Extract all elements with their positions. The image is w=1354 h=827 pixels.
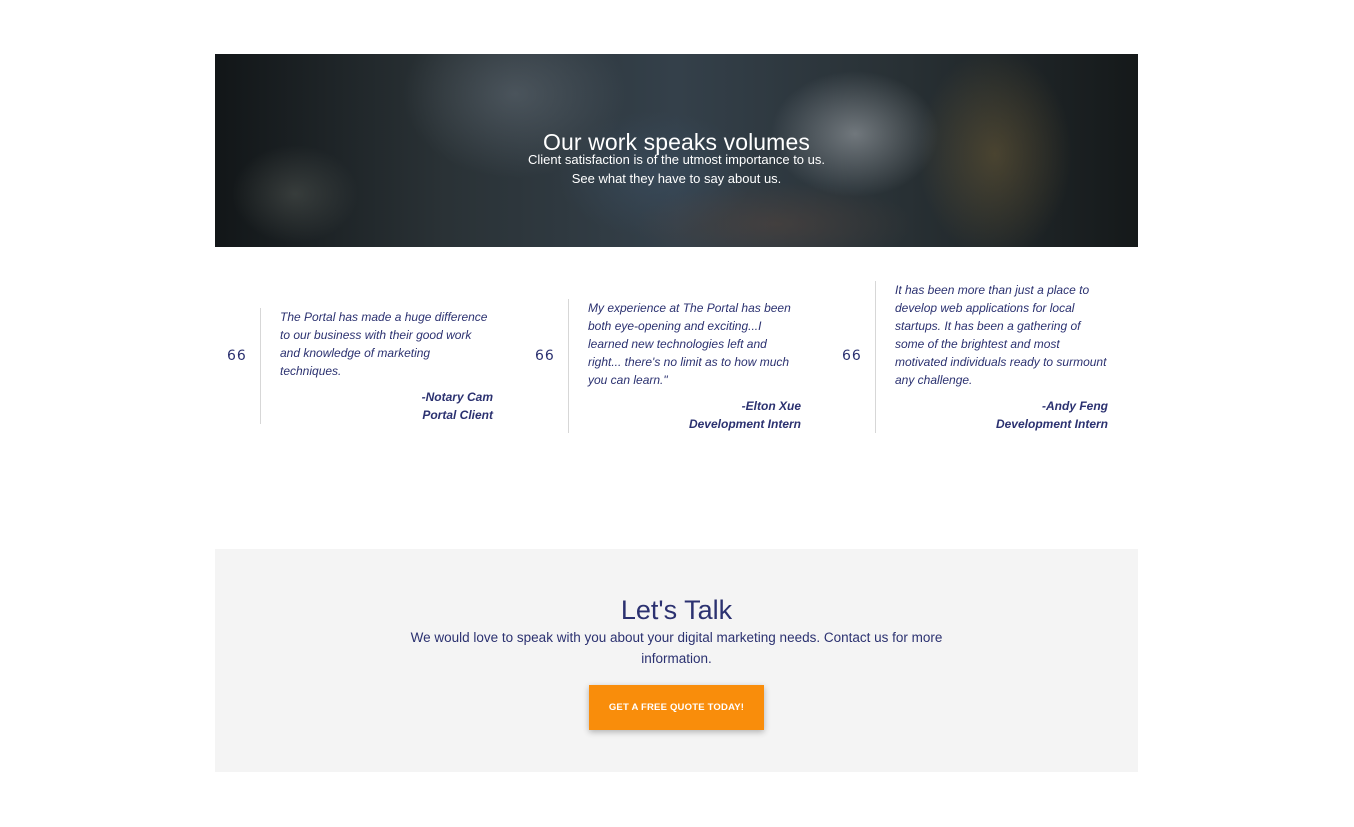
testimonial-card: 66 The Portal has made a huge difference…: [227, 308, 527, 424]
quote-icon: 66: [535, 348, 555, 364]
contact-cta-section: Let's Talk We would love to speak with y…: [215, 549, 1138, 772]
testimonial-author: -Andy Feng Development Intern: [895, 397, 1108, 433]
quote-icon: 66: [227, 348, 247, 364]
testimonial-author-name: -Elton Xue: [741, 399, 801, 413]
get-quote-button[interactable]: GET A FREE QUOTE TODAY!: [589, 685, 764, 730]
testimonial-author-name: -Andy Feng: [1042, 399, 1108, 413]
testimonial-body: The Portal has made a huge difference to…: [260, 308, 493, 424]
cta-title: Let's Talk: [620, 595, 733, 626]
testimonial-text: It has been more than just a place to de…: [895, 283, 1107, 387]
testimonial-author: -Elton Xue Development Intern: [588, 397, 801, 433]
testimonial-body: My experience at The Portal has been bot…: [568, 299, 801, 433]
cta-description: We would love to speak with you about yo…: [410, 629, 943, 666]
testimonial-body: It has been more than just a place to de…: [875, 281, 1108, 433]
hero-subtitle-line-2: See what they have to say about us.: [571, 171, 782, 186]
hero-content: Our work speaks volumes Client satisfact…: [215, 54, 1138, 247]
testimonial-author-role: Development Intern: [688, 417, 801, 431]
testimonials-hero-banner: Our work speaks volumes Client satisfact…: [215, 54, 1138, 247]
testimonial-author-role: Development Intern: [995, 417, 1108, 431]
testimonial-author-name: -Notary Cam: [421, 390, 493, 404]
hero-subtitle-line-1: Client satisfaction is of the utmost imp…: [528, 152, 825, 167]
testimonial-card: 66 My experience at The Portal has been …: [535, 299, 835, 433]
testimonial-text: The Portal has made a huge difference to…: [280, 310, 488, 378]
testimonial-author: -Notary Cam Portal Client: [280, 388, 493, 424]
hero-subtitle: Client satisfaction is of the utmost imp…: [215, 150, 1138, 188]
testimonial-author-role: Portal Client: [422, 408, 493, 422]
testimonial-text: My experience at The Portal has been bot…: [588, 301, 791, 387]
quote-icon: 66: [842, 348, 862, 364]
testimonial-card: 66 It has been more than just a place to…: [842, 281, 1142, 436]
